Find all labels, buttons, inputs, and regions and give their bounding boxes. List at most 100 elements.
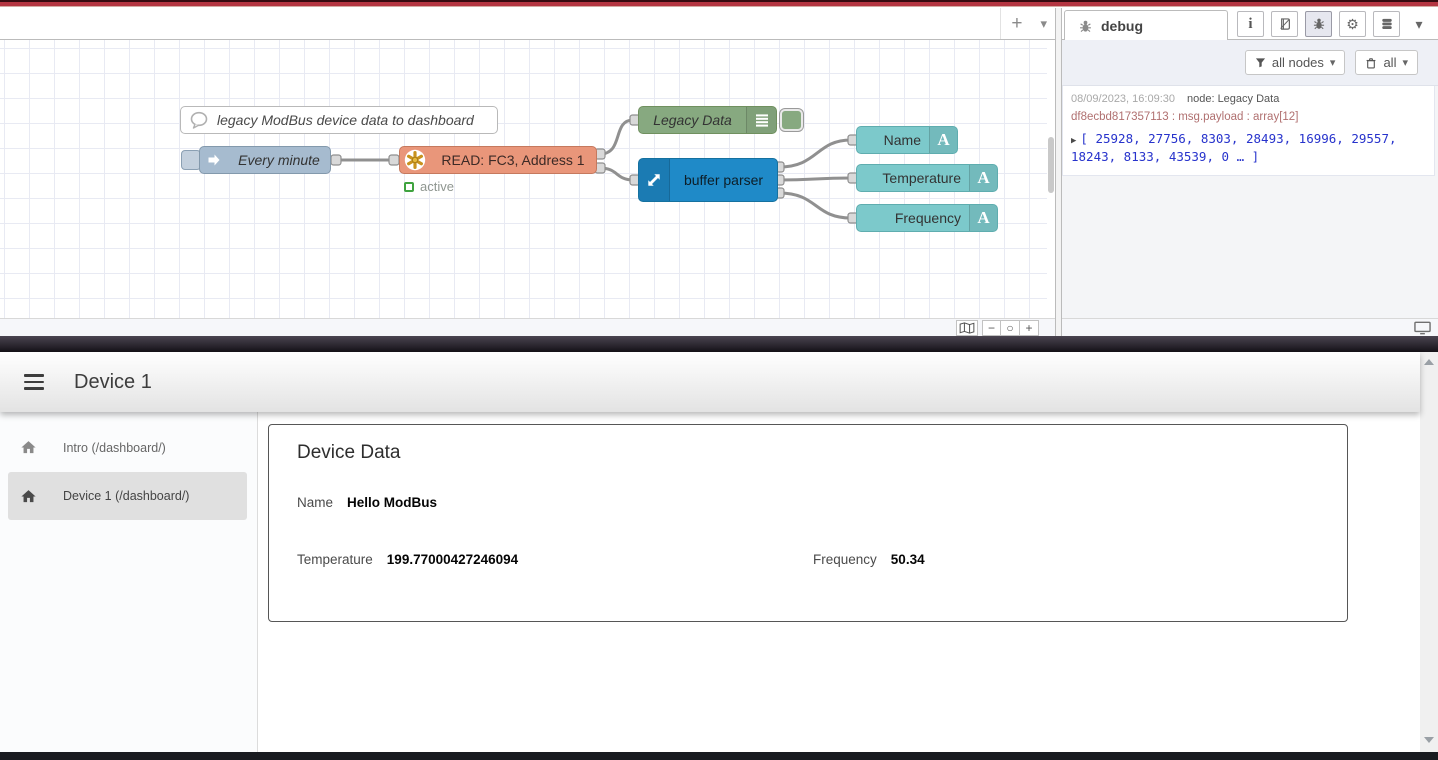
zoom-in-button[interactable]: + — [1020, 320, 1039, 336]
field-value: 50.34 — [891, 552, 925, 567]
tab-debug[interactable]: debug — [1064, 10, 1228, 41]
gear-icon: ⚙ — [1346, 16, 1359, 33]
screen: + ▾ — [0, 0, 1438, 760]
dashboard-header: Device 1 — [0, 352, 1420, 412]
debug-sidebar-footer — [1062, 318, 1438, 336]
debug-filter-toolbar: all nodes ▾ all ▾ — [1062, 40, 1438, 86]
debug-node-legacy-data[interactable]: Legacy Data — [638, 106, 777, 134]
debug-source-node: node: Legacy Data — [1187, 93, 1279, 105]
payload-line: [ 25928, 27756, 8303, 28493, 16996, 2955… — [1080, 131, 1396, 146]
payload-line: 18243, 8133, 43539, 0 … ] — [1071, 149, 1259, 164]
config-tab-button[interactable]: ⚙ — [1339, 11, 1366, 37]
inject-node[interactable]: Every minute — [199, 146, 331, 174]
node-red-editor: + ▾ — [0, 8, 1438, 336]
open-debug-window-button[interactable] — [1414, 321, 1431, 335]
field-label: Name — [297, 495, 333, 510]
debug-message-payload[interactable]: ▶ [ 25928, 27756, 8303, 28493, 16996, 295… — [1071, 130, 1426, 166]
debug-sidebar: debug i ⚙ ▾ all nodes ▾ — [1062, 8, 1438, 336]
field-label: Frequency — [813, 552, 877, 567]
bug-icon — [1312, 17, 1326, 31]
debug-message[interactable]: 08/09/2023, 16:09:30 node: Legacy Data d… — [1062, 86, 1435, 176]
inject-node-label: Every minute — [228, 152, 330, 168]
field-temperature: Temperature 199.77000427246094 — [297, 552, 518, 567]
debug-timestamp: 08/09/2023, 16:09:30 — [1071, 93, 1175, 105]
canvas-vertical-scrollbar[interactable] — [1048, 137, 1054, 193]
canvas-footer: − ○ + — [0, 318, 1055, 336]
browser-top-strip — [0, 0, 1438, 8]
scroll-up-arrow-icon[interactable] — [1424, 359, 1434, 365]
debug-node-label: Legacy Data — [639, 112, 746, 128]
debug-tab-button[interactable] — [1305, 11, 1332, 37]
database-icon — [1380, 17, 1394, 31]
comment-node[interactable]: legacy ModBus device data to dashboard — [180, 106, 498, 134]
sidebar-tab-header: debug i ⚙ ▾ — [1062, 8, 1438, 40]
book-icon — [1278, 17, 1292, 31]
map-icon — [959, 322, 975, 334]
menu-hamburger-icon[interactable] — [24, 374, 44, 390]
buffer-parser-arrows-icon — [639, 159, 670, 201]
filter-nodes-button[interactable]: all nodes ▾ — [1245, 50, 1346, 75]
ui-text-node-frequency[interactable]: Frequency A — [856, 204, 998, 232]
field-value: Hello ModBus — [347, 495, 437, 510]
home-icon — [20, 439, 37, 456]
filter-nodes-label: all nodes — [1272, 55, 1324, 70]
nav-item-device-1[interactable]: Device 1 (/dashboard/) — [0, 472, 258, 520]
expand-triangle-icon[interactable]: ▶ — [1071, 136, 1076, 146]
ui-node-label: Name — [857, 132, 929, 148]
field-value: 199.77000427246094 — [387, 552, 518, 567]
caret-down-icon: ▾ — [1330, 56, 1336, 69]
debug-message-list: 08/09/2023, 16:09:30 node: Legacy Data d… — [1062, 86, 1438, 318]
add-flow-button[interactable]: + — [1011, 14, 1022, 33]
flow-tabbar: + ▾ — [0, 8, 1055, 40]
info-tab-button[interactable]: i — [1237, 11, 1264, 37]
dashboard-scrollbar[interactable] — [1420, 352, 1438, 752]
debug-enable-toggle[interactable] — [780, 109, 803, 131]
dashboard-body: Intro (/dashboard/) Device 1 (/dashboard… — [0, 412, 1420, 752]
field-frequency: Frequency 50.34 — [813, 552, 925, 567]
caret-down-icon: ▾ — [1402, 56, 1408, 69]
ui-node-label: Temperature — [857, 170, 969, 186]
text-widget-icon: A — [969, 205, 997, 231]
sidebar-menu-caret-icon[interactable]: ▾ — [1409, 11, 1429, 37]
dashboard-page-title: Device 1 — [74, 371, 152, 394]
modbus-node-status: active — [404, 179, 454, 194]
comment-bubble-icon — [181, 107, 217, 133]
debug-list-icon — [746, 107, 776, 133]
navigator-map-button[interactable] — [956, 320, 978, 336]
zoom-reset-button[interactable]: ○ — [1001, 320, 1020, 336]
ui-text-node-temperature[interactable]: Temperature A — [856, 164, 998, 192]
clear-messages-button[interactable]: all ▾ — [1355, 50, 1418, 75]
inject-trigger-button[interactable] — [181, 150, 201, 170]
nav-item-label: Intro (/dashboard/) — [63, 441, 166, 455]
card-title: Device Data — [297, 442, 401, 464]
tab-debug-label: debug — [1101, 18, 1143, 34]
text-widget-icon: A — [969, 165, 997, 191]
help-tab-button[interactable] — [1271, 11, 1298, 37]
scroll-down-arrow-icon[interactable] — [1424, 737, 1434, 743]
bug-icon — [1078, 19, 1093, 34]
monitor-icon — [1414, 321, 1431, 335]
zoom-out-button[interactable]: − — [982, 320, 1001, 336]
inject-arrow-icon — [200, 147, 228, 173]
clear-scope-label: all — [1383, 55, 1396, 70]
nav-item-label: Device 1 (/dashboard/) — [63, 489, 189, 503]
zoom-button-group: − ○ + — [982, 320, 1039, 336]
dashboard-window: Device 1 Intro (/dashboard/) Device 1 (/… — [0, 352, 1438, 752]
modbus-read-node[interactable]: READ: FC3, Address 1 — [399, 146, 597, 174]
buffer-parser-node[interactable]: buffer parser — [638, 158, 778, 202]
sidebar-splitter[interactable] — [1055, 8, 1062, 336]
context-tab-button[interactable] — [1373, 11, 1400, 37]
status-text: active — [420, 179, 454, 194]
ui-node-label: Frequency — [857, 210, 969, 226]
tab-actions: + ▾ — [1000, 8, 1047, 39]
modbus-node-label: READ: FC3, Address 1 — [430, 152, 596, 168]
device-data-card: Device Data Name Hello ModBus Temperatur… — [268, 424, 1348, 622]
text-widget-icon: A — [929, 127, 957, 153]
home-icon — [20, 488, 37, 505]
ui-text-node-name[interactable]: Name A — [856, 126, 958, 154]
debug-message-header: 08/09/2023, 16:09:30 node: Legacy Data — [1071, 93, 1426, 105]
trash-icon — [1365, 57, 1377, 69]
nav-item-intro[interactable]: Intro (/dashboard/) — [0, 424, 258, 471]
flow-canvas[interactable]: + ▾ — [0, 8, 1055, 336]
flow-menu-caret-icon[interactable]: ▾ — [1040, 16, 1047, 32]
